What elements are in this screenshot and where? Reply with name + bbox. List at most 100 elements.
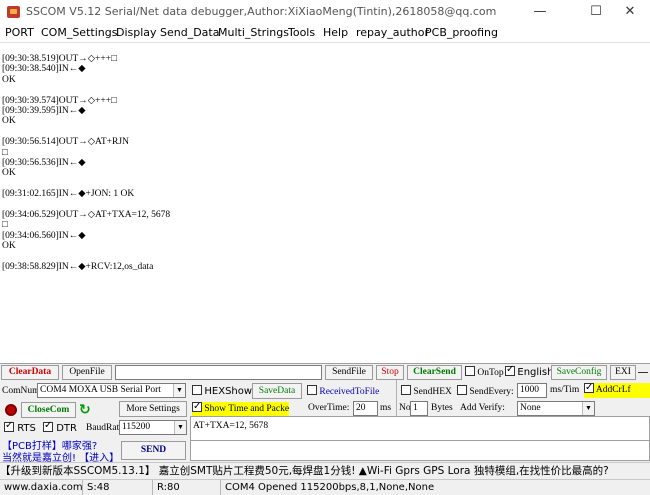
ms-tim-label: ms/Tim	[550, 385, 580, 395]
dtr-toggle[interactable]: DTR	[43, 420, 77, 434]
received-to-file-toggle[interactable]: ReceivedToFile	[307, 385, 379, 397]
log-line: [09:30:38.519]OUT→◇+++□	[2, 54, 117, 64]
received-to-file-label: ReceivedToFile	[319, 387, 380, 397]
settings-panel: ComNum COM4 MOXA USB Serial Port ▼ HEXSh…	[0, 380, 650, 464]
expand-handle[interactable]	[638, 372, 648, 373]
chevron-down-icon: ▼	[173, 384, 185, 397]
show-time-label: Show Time and Packe	[204, 404, 290, 414]
close-button[interactable]: ✕	[608, 0, 650, 24]
ms-label: ms	[380, 403, 392, 413]
menu-pcb-proofing[interactable]: PCB_proofing	[425, 26, 498, 39]
baudrate-value: 115200	[122, 422, 151, 432]
rts-checkbox[interactable]	[4, 420, 14, 432]
menu-display[interactable]: Display	[116, 26, 157, 39]
show-time-checkbox[interactable]	[192, 400, 202, 414]
more-settings-button[interactable]: More Settings	[119, 401, 187, 417]
hex-show-checkbox[interactable]	[192, 385, 202, 395]
menu-repay-author[interactable]: repay_author	[356, 26, 429, 39]
log-line: [09:31:02.165]IN←◆+JON: 1 OK	[2, 189, 135, 200]
port-status-text: COM4 Opened 115200bps,8,1,None,None	[220, 480, 650, 495]
com-port-select[interactable]: COM4 MOXA USB Serial Port ▼	[37, 383, 186, 398]
verify-select[interactable]: None ▼	[517, 401, 595, 416]
log-line: [09:30:38.540]IN←◆	[2, 64, 86, 75]
log-line: OK	[2, 168, 16, 179]
app-icon	[7, 6, 20, 18]
clear-send-button[interactable]: ClearSend	[407, 365, 462, 380]
received-to-file-checkbox[interactable]	[307, 385, 317, 395]
send-text-area[interactable]: AT+TXA=12, 5678	[190, 416, 650, 441]
menu-send-data[interactable]: Send_Data	[160, 26, 219, 39]
english-toggle[interactable]: English	[505, 364, 554, 378]
menu-com-settings[interactable]: COM_Settings	[41, 26, 117, 39]
verify-value: None	[520, 403, 541, 413]
menu-multi-strings[interactable]: Multi_Strings	[218, 26, 289, 39]
baudrate-select[interactable]: 115200 ▼	[119, 420, 187, 435]
exit-button[interactable]: EXI	[610, 365, 636, 380]
send-every-toggle[interactable]: SendEvery:	[457, 385, 514, 397]
menu-port[interactable]: PORT	[5, 26, 34, 39]
log-line: [09:34:06.529]OUT→◇AT+TXA=12, 5678	[2, 209, 171, 220]
news-ticker[interactable]: 【升级到新版本SSCOM5.13.1】 嘉立创SMT贴片工程费50元,每焊盘1分…	[0, 462, 650, 479]
stop-button[interactable]: Stop	[376, 365, 404, 380]
bytes-label: Bytes	[431, 403, 453, 413]
english-label: English	[517, 367, 554, 378]
title-bar: SSCOM V5.12 Serial/Net data debugger,Aut…	[0, 0, 650, 24]
send-button[interactable]: SEND	[121, 441, 186, 460]
log-line: [09:30:56.536]IN←◆	[2, 157, 86, 168]
menu-help[interactable]: Help	[323, 26, 348, 39]
dtr-checkbox[interactable]	[43, 420, 53, 432]
open-file-button[interactable]: OpenFile	[62, 365, 112, 380]
send-file-button[interactable]: SendFile	[325, 365, 373, 380]
receive-log[interactable]: [09:30:38.519]OUT→◇+++□ [09:30:38.540]IN…	[0, 44, 650, 363]
clear-data-button[interactable]: ClearData	[1, 365, 59, 380]
send-text-value: AT+TXA=12, 5678	[193, 421, 269, 431]
log-line: [09:30:56.514]OUT→◇AT+RJN	[2, 137, 129, 148]
save-config-button[interactable]: SaveConfig	[551, 365, 607, 380]
send-every-input[interactable]: 1000	[517, 383, 547, 398]
website-link[interactable]: www.daxia.com	[4, 480, 83, 495]
add-crlf-checkbox[interactable]	[584, 381, 594, 395]
on-top-label: OnTop	[477, 368, 504, 378]
close-com-button[interactable]: CloseCom	[21, 402, 76, 418]
send-every-checkbox[interactable]	[457, 385, 467, 395]
overtime-label: OverTime:	[308, 403, 350, 413]
hex-show-toggle[interactable]: HEXShow	[192, 385, 252, 397]
rts-toggle[interactable]: RTS	[4, 420, 36, 434]
sent-count: S:48	[82, 480, 152, 495]
add-crlf-label: AddCrLf	[595, 385, 631, 395]
status-bar: www.daxia.com S:48 R:80 COM4 Opened 1152…	[0, 479, 650, 495]
dtr-label: DTR	[56, 423, 77, 434]
send-hex-toggle[interactable]: SendHEX	[401, 385, 452, 397]
save-data-button[interactable]: SaveData	[252, 383, 302, 399]
window-title: SSCOM V5.12 Serial/Net data debugger,Aut…	[26, 5, 497, 18]
refresh-icon[interactable]: ↻	[79, 402, 94, 418]
menu-tools[interactable]: Tools	[288, 26, 315, 39]
show-time-toggle[interactable]: Show Time and Packe	[192, 400, 290, 417]
action-toolbar: ClearData OpenFile SendFile Stop ClearSe…	[0, 363, 650, 380]
on-top-toggle[interactable]: OnTop	[465, 366, 504, 378]
log-line: [09:38:58.829]IN←◆+RCV:12,os_data	[2, 261, 154, 272]
log-line: □	[2, 147, 8, 158]
log-line: OK	[2, 116, 16, 127]
log-line: □	[2, 220, 8, 231]
english-checkbox[interactable]	[505, 364, 515, 376]
add-crlf-toggle[interactable]: AddCrLf	[584, 381, 650, 398]
on-top-checkbox[interactable]	[465, 366, 475, 376]
send-hex-label: SendHEX	[413, 387, 452, 397]
add-verify-label: Add Verify:	[460, 403, 505, 413]
hex-show-label: HEXShow	[204, 386, 253, 397]
send-text-area-lower[interactable]	[190, 441, 650, 461]
send-hex-checkbox[interactable]	[401, 385, 411, 395]
chevron-down-icon: ▼	[174, 421, 186, 434]
log-line: [09:34:06.560]IN←◆	[2, 230, 86, 241]
file-path-input[interactable]	[115, 365, 322, 380]
log-line: [09:30:39.595]IN←◆	[2, 105, 86, 116]
minimize-button[interactable]: —	[518, 0, 562, 24]
no-input[interactable]: 1	[410, 401, 428, 416]
received-count: R:80	[152, 480, 220, 495]
com-port-value: COM4 MOXA USB Serial Port	[40, 385, 161, 395]
overtime-input[interactable]: 20	[353, 401, 378, 416]
